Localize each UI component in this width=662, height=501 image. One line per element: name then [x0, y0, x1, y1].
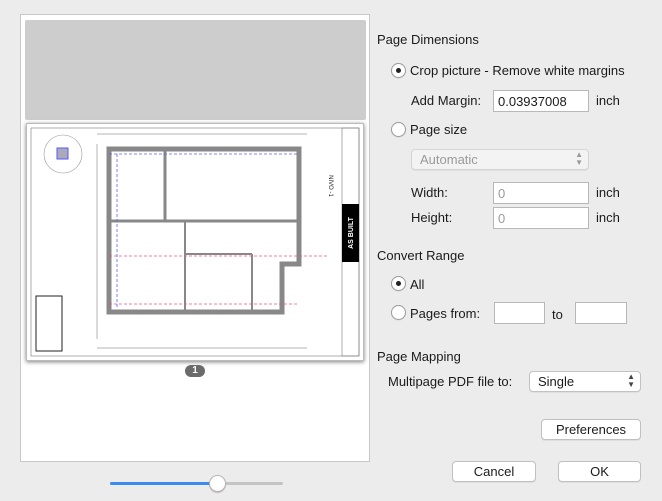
width-label: Width: [411, 185, 448, 200]
preview-panel: AS BUILT NIVO -1 1 [20, 14, 370, 462]
pages-from-radio[interactable] [391, 305, 406, 320]
drawing-title: NIVO -1 [327, 175, 333, 197]
page-size-value: Automatic [420, 152, 478, 167]
zoom-slider-fill [110, 482, 218, 485]
all-pages-radio[interactable] [391, 276, 406, 291]
height-unit: inch [596, 210, 620, 225]
page-thumbnail[interactable]: AS BUILT NIVO -1 [26, 123, 364, 361]
multipage-label: Multipage PDF file to: [388, 374, 513, 389]
all-pages-label[interactable]: All [410, 277, 424, 292]
floor-plan-drawing: AS BUILT NIVO -1 [30, 127, 360, 357]
zoom-slider-knob[interactable] [209, 475, 227, 492]
width-unit: inch [596, 185, 620, 200]
crop-picture-label[interactable]: Crop picture - Remove white margins [410, 63, 625, 78]
height-label: Height: [411, 210, 453, 225]
select-arrows-icon: ▲ ▼ [627, 372, 635, 389]
pages-to-input[interactable] [575, 302, 627, 324]
multipage-select[interactable]: Single ▲ ▼ [529, 371, 641, 392]
crop-picture-radio[interactable] [391, 63, 406, 78]
page-size-select: Automatic ▲ ▼ [411, 149, 589, 170]
page-mapping-heading: Page Mapping [377, 349, 461, 364]
pages-from-input[interactable] [494, 302, 545, 324]
page-size-label[interactable]: Page size [410, 122, 467, 137]
page-dimensions-heading: Page Dimensions [377, 32, 479, 47]
preferences-button[interactable]: Preferences [541, 419, 641, 440]
add-margin-input[interactable]: 0.03937008 [493, 90, 589, 112]
add-margin-label: Add Margin: [411, 93, 482, 108]
zoom-slider[interactable] [110, 482, 283, 485]
width-input[interactable]: 0 [493, 182, 589, 204]
select-arrows-icon: ▲ ▼ [575, 150, 583, 167]
ok-button[interactable]: OK [558, 461, 641, 482]
page-number-badge: 1 [185, 365, 205, 377]
convert-range-heading: Convert Range [377, 248, 465, 263]
preview-gray-area [25, 20, 366, 120]
pages-from-label[interactable]: Pages from: [410, 306, 480, 321]
as-built-text: AS BUILT [348, 216, 355, 248]
page-size-radio[interactable] [391, 122, 406, 137]
to-label: to [552, 307, 563, 322]
height-input[interactable]: 0 [493, 207, 589, 229]
add-margin-unit: inch [596, 93, 620, 108]
cancel-button[interactable]: Cancel [452, 461, 536, 482]
multipage-value: Single [538, 374, 575, 389]
